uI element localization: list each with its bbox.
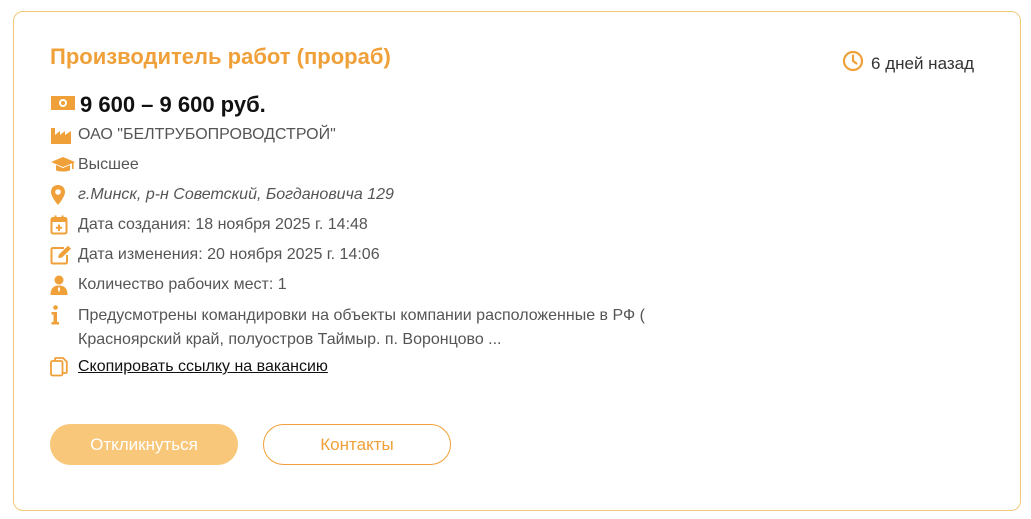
info-icon bbox=[50, 304, 78, 326]
factory-icon bbox=[50, 124, 78, 146]
vacancy-card: Производитель работ (прораб) 6 дней наза… bbox=[13, 11, 1021, 511]
address: г.Минск, р-н Советский, Богдановича 129 bbox=[78, 186, 394, 203]
vacancy-title[interactable]: Производитель работ (прораб) bbox=[50, 44, 391, 70]
person-icon bbox=[50, 274, 78, 296]
money-icon bbox=[50, 94, 76, 117]
modified-date: Дата изменения: 20 ноября 2025 г. 14:06 bbox=[78, 246, 380, 263]
posted-ago: 6 дней назад bbox=[842, 50, 974, 77]
description-row: Предусмотрены командировки на объекты ко… bbox=[50, 304, 750, 352]
salary-text: 9 600 – 9 600 руб. bbox=[80, 92, 266, 117]
modified-row: Дата изменения: 20 ноября 2025 г. 14:06 bbox=[50, 244, 750, 274]
posted-ago-text: 6 дней назад bbox=[871, 53, 974, 73]
edit-icon bbox=[50, 244, 78, 266]
vacancy-details: ОАО "БЕЛТРУБОПРОВОДСТРОЙ" Высшее г.Минск… bbox=[50, 124, 750, 386]
copy-link-row[interactable]: Скопировать ссылку на вакансию bbox=[50, 356, 750, 386]
workplaces-row: Количество рабочих мест: 1 bbox=[50, 274, 750, 304]
workplaces-count: Количество рабочих мест: 1 bbox=[78, 276, 287, 293]
company-name: ОАО "БЕЛТРУБОПРОВОДСТРОЙ" bbox=[78, 126, 336, 143]
description: Предусмотрены командировки на объекты ко… bbox=[78, 307, 645, 348]
company-row: ОАО "БЕЛТРУБОПРОВОДСТРОЙ" bbox=[50, 124, 750, 154]
created-row: Дата создания: 18 ноября 2025 г. 14:48 bbox=[50, 214, 750, 244]
graduation-cap-icon bbox=[50, 154, 78, 176]
clock-icon bbox=[842, 50, 864, 77]
education-level: Высшее bbox=[78, 156, 139, 173]
contacts-button[interactable]: Контакты bbox=[263, 424, 451, 465]
copy-link[interactable]: Скопировать ссылку на вакансию bbox=[78, 356, 328, 378]
calendar-plus-icon bbox=[50, 214, 78, 236]
salary: 9 600 – 9 600 руб. bbox=[50, 92, 266, 118]
education-row: Высшее bbox=[50, 154, 750, 184]
address-row: г.Минск, р-н Советский, Богдановича 129 bbox=[50, 184, 750, 214]
created-date: Дата создания: 18 ноября 2025 г. 14:48 bbox=[78, 216, 368, 233]
copy-icon bbox=[50, 356, 78, 378]
map-pin-icon bbox=[50, 184, 78, 206]
apply-button[interactable]: Откликнуться bbox=[50, 424, 238, 465]
